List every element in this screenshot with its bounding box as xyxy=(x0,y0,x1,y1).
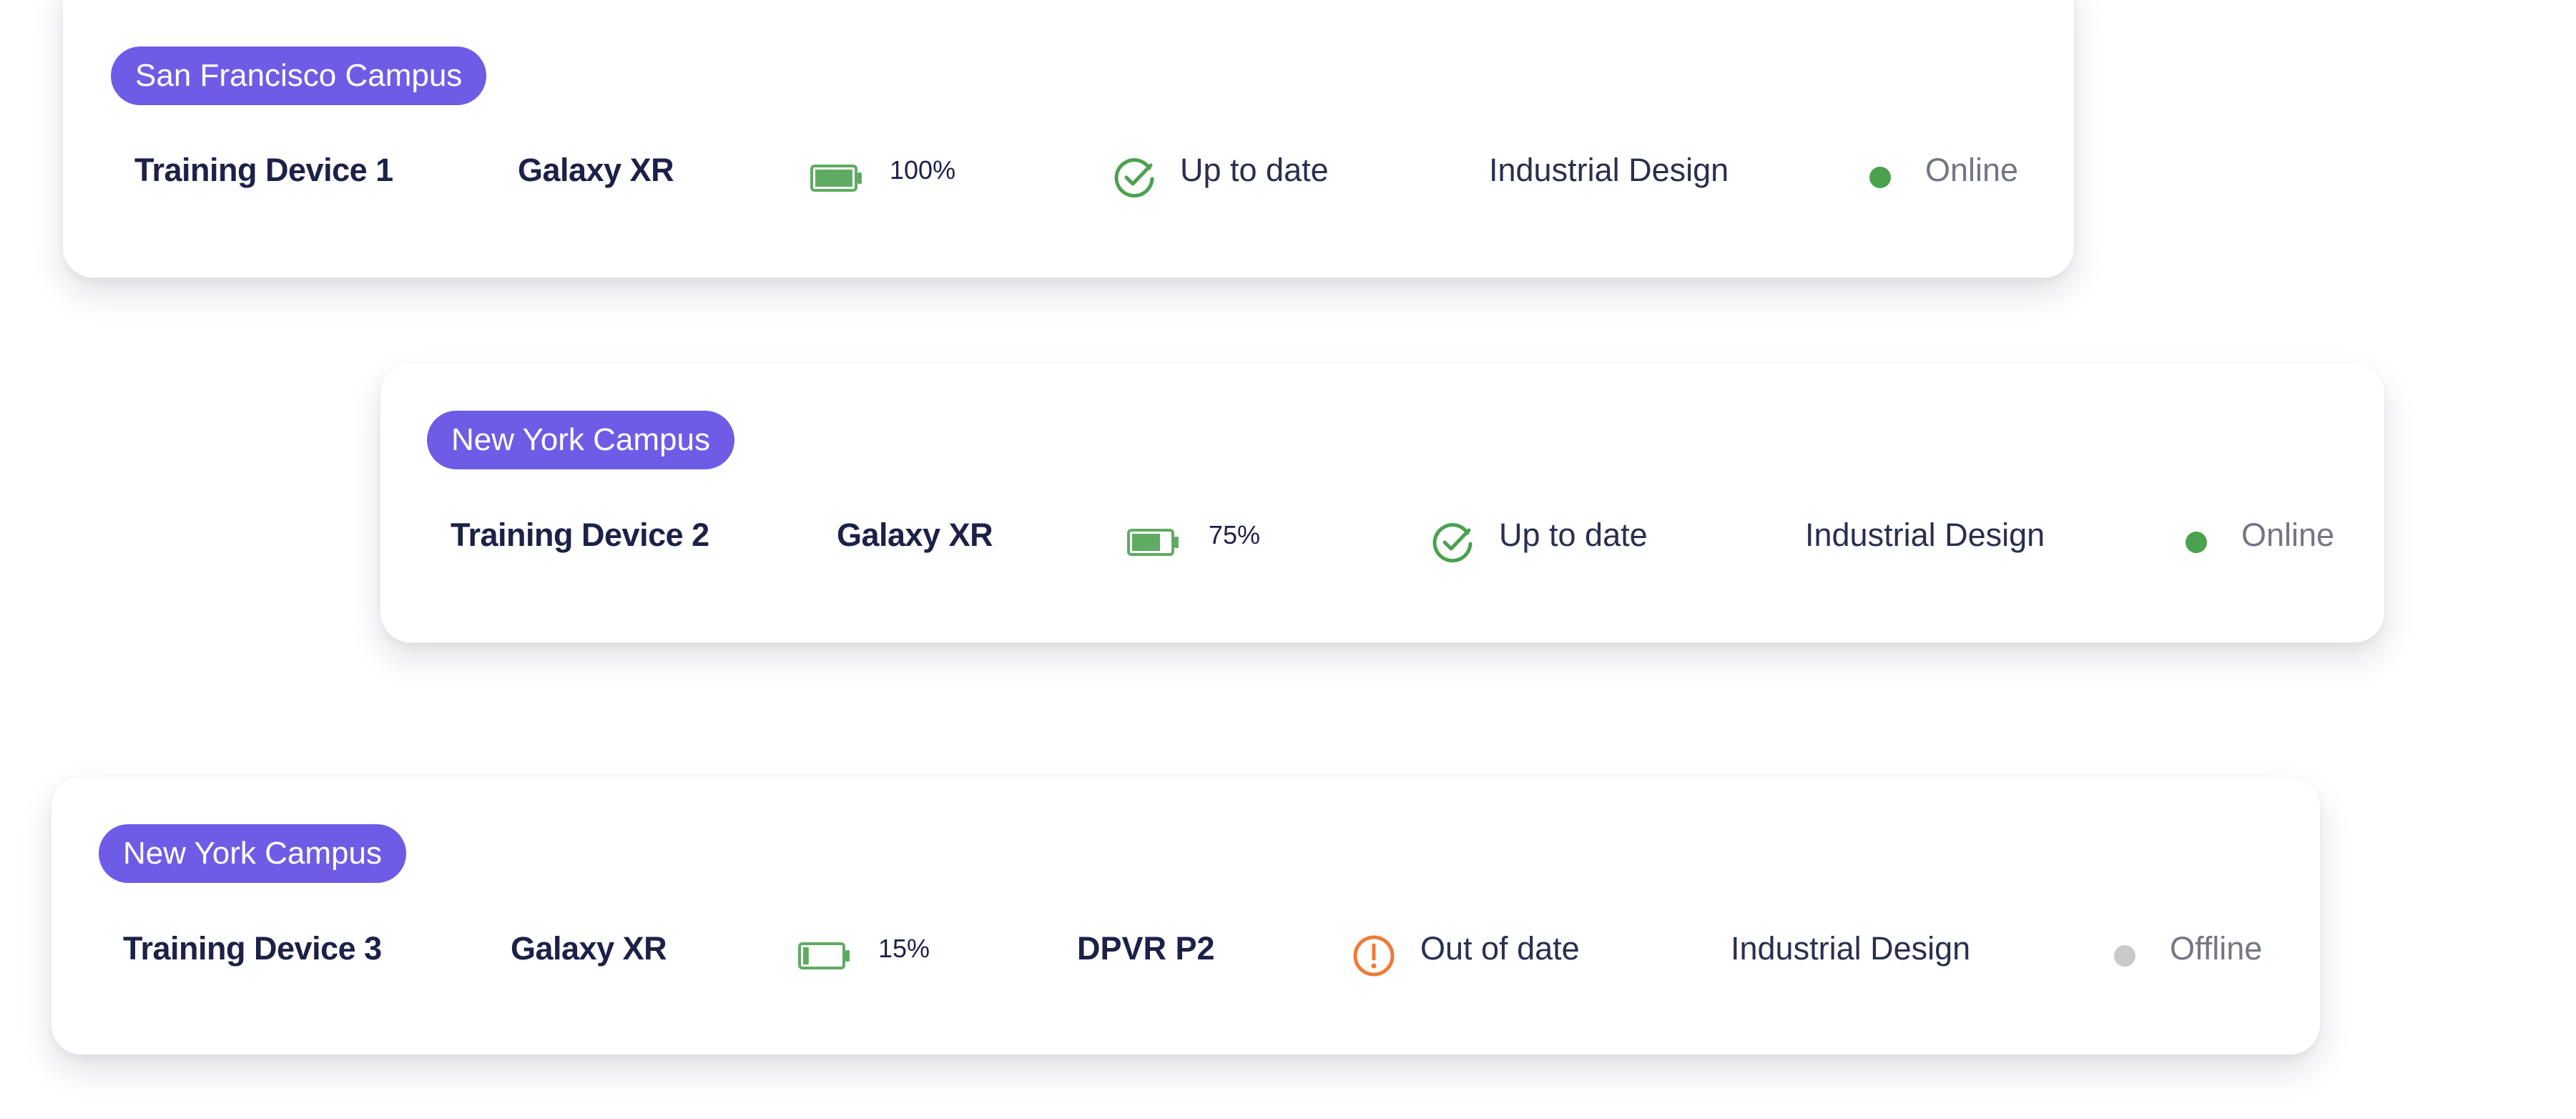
device-name[interactable]: Training Device 3 xyxy=(123,929,382,969)
battery-icon xyxy=(1127,529,1179,556)
campus-badge: New York Campus xyxy=(427,411,734,469)
department: Industrial Design xyxy=(1489,152,1729,188)
online-status-dot xyxy=(1869,167,1891,188)
campus-badge: New York Campus xyxy=(99,824,406,883)
online-status-dot xyxy=(2186,532,2207,553)
connection-status: Offline xyxy=(2170,930,2263,967)
battery-percentage: 15% xyxy=(878,934,930,963)
battery-icon xyxy=(810,165,862,192)
battery-level-fill xyxy=(1132,534,1160,551)
firmware-version: DPVR P2 xyxy=(1077,930,1215,967)
update-status: Out of date xyxy=(1420,930,1580,967)
device-model: Galaxy XR xyxy=(837,517,993,553)
device-name[interactable]: Training Device 2 xyxy=(451,515,709,555)
battery-percentage: 100% xyxy=(890,155,956,185)
warning-circle-icon xyxy=(1353,935,1395,977)
battery-level-fill xyxy=(803,947,809,964)
department: Industrial Design xyxy=(1805,517,2045,553)
connection-status: Online xyxy=(2241,517,2335,553)
connection-status: Online xyxy=(1925,152,2019,188)
update-status: Up to date xyxy=(1499,517,1648,553)
device-card: New York Campus Training Device 3 Galaxy… xyxy=(51,777,2320,1055)
device-card: New York Campus Training Device 2 Galaxy… xyxy=(380,363,2384,642)
device-model: Galaxy XR xyxy=(511,930,667,967)
battery-percentage: 75% xyxy=(1209,520,1261,549)
check-circle-icon xyxy=(1114,158,1154,198)
device-name[interactable]: Training Device 1 xyxy=(134,150,393,190)
campus-badge: San Francisco Campus xyxy=(111,47,487,105)
device-card: San Francisco Campus Training Device 1 G… xyxy=(63,0,2074,278)
update-status: Up to date xyxy=(1180,152,1329,188)
check-circle-icon xyxy=(1432,523,1473,563)
battery-level-fill xyxy=(815,170,852,187)
department: Industrial Design xyxy=(1731,930,1971,967)
offline-status-dot xyxy=(2114,945,2135,967)
battery-icon xyxy=(798,942,850,969)
device-model: Galaxy XR xyxy=(518,152,674,188)
